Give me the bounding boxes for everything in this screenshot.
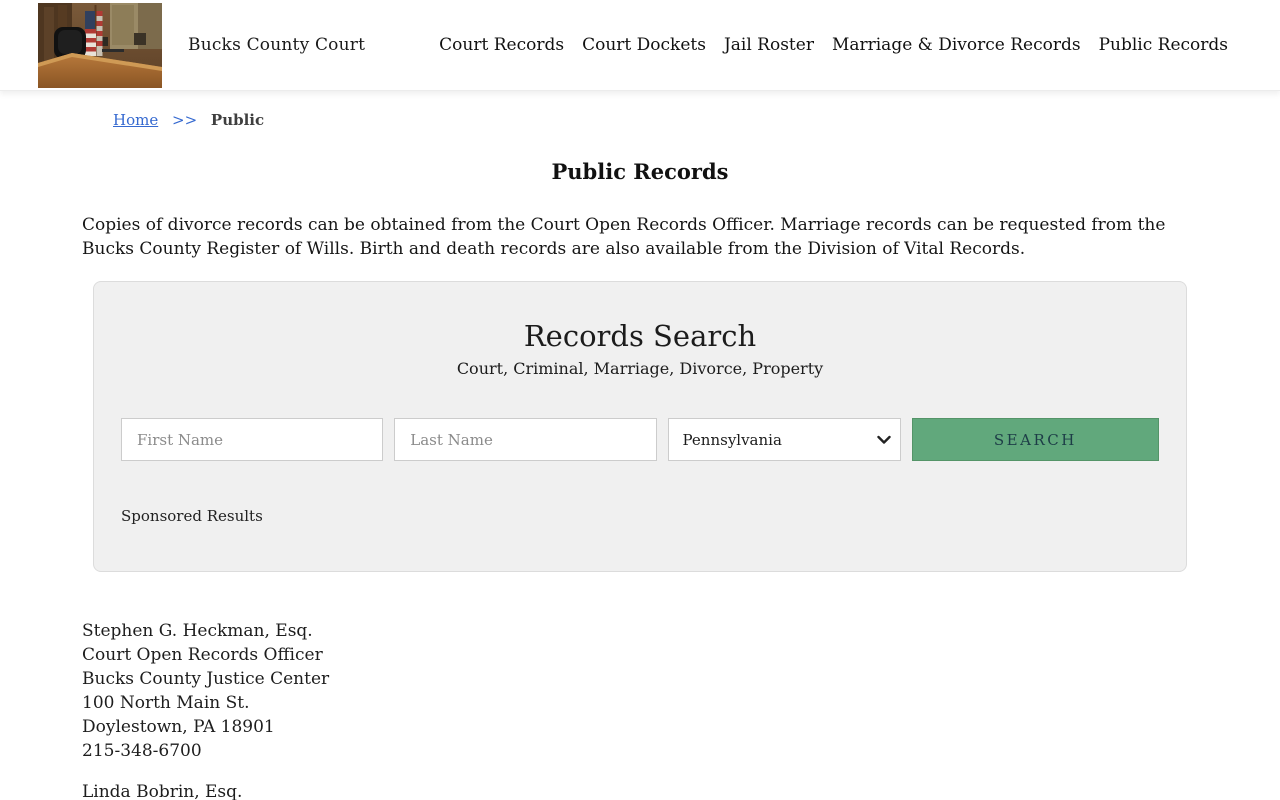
contact-block-heckman: Stephen G. Heckman, Esq. Court Open Reco…	[82, 619, 1198, 763]
records-search-subtitle: Court, Criminal, Marriage, Divorce, Prop…	[456, 359, 824, 378]
breadcrumb: Home >> Public	[82, 111, 1198, 129]
page-title: Public Records	[551, 159, 729, 184]
sponsored-results-label: Sponsored Results	[121, 507, 263, 525]
breadcrumb-current-page: Public	[210, 111, 265, 129]
contact-info-section: Stephen G. Heckman, Esq. Court Open Reco…	[82, 619, 1198, 800]
contact-line: Linda Bobrin, Esq.	[82, 782, 243, 800]
records-search-panel: Records Search Court, Criminal, Marriage…	[93, 281, 1187, 572]
nav-court-dockets[interactable]: Court Dockets	[582, 35, 706, 55]
first-name-input[interactable]	[121, 418, 384, 461]
contact-line: Stephen G. Heckman, Esq.	[82, 621, 313, 641]
last-name-input[interactable]	[394, 418, 657, 461]
records-search-title: Records Search	[523, 319, 757, 353]
courtroom-photo-graphic	[38, 2, 162, 88]
nav-court-records[interactable]: Court Records	[439, 35, 564, 55]
contact-line: 100 North Main St.	[82, 693, 250, 713]
breadcrumb-home-link[interactable]: Home	[113, 111, 158, 129]
contact-line: 215-348-6700	[82, 741, 202, 761]
intro-paragraph: Copies of divorce records can be obtaine…	[82, 215, 1166, 259]
contact-line: Doylestown, PA 18901	[82, 717, 275, 737]
courtroom-logo-image[interactable]	[38, 2, 162, 88]
contact-block-bobrin: Linda Bobrin, Esq.	[82, 780, 1198, 800]
state-select[interactable]: Pennsylvania	[667, 418, 901, 461]
nav-public-records[interactable]: Public Records	[1099, 35, 1228, 55]
main-content: Home >> Public Public Records Copies of …	[82, 111, 1198, 800]
state-select-wrap: Pennsylvania	[667, 418, 901, 461]
breadcrumb-separator: >>	[172, 111, 198, 129]
nav-marriage-divorce-records[interactable]: Marriage & Divorce Records	[832, 35, 1081, 55]
search-form-row: Pennsylvania SEARCH	[121, 418, 1159, 461]
contact-line: Bucks County Justice Center	[82, 669, 330, 689]
site-title: Bucks County Court	[188, 35, 366, 55]
contact-line: Court Open Records Officer	[82, 645, 323, 665]
site-header: Bucks County Court Court Records Court D…	[0, 0, 1280, 91]
search-button[interactable]: SEARCH	[911, 418, 1159, 461]
nav-jail-roster[interactable]: Jail Roster	[724, 35, 814, 55]
main-nav: Court Records Court Dockets Jail Roster …	[439, 35, 1228, 55]
